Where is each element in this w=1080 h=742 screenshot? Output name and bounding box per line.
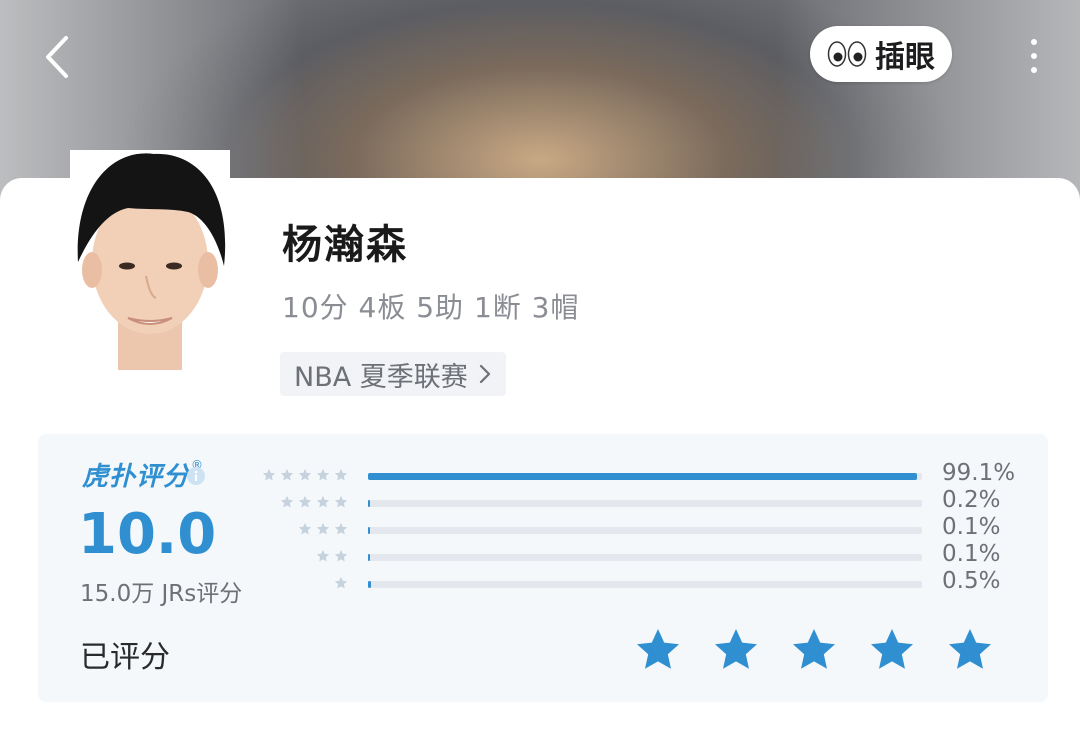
distribution-percent: 0.2% <box>942 487 1001 513</box>
distribution-star-icons <box>316 549 348 565</box>
distribution-bar-track <box>368 554 922 561</box>
rating-star-icon[interactable] <box>790 626 838 674</box>
small-star-icon <box>316 522 330 535</box>
distribution-star-icons <box>334 576 348 592</box>
distribution-bar-fill <box>368 500 370 507</box>
distribution-star-icons <box>280 495 348 511</box>
small-star-icon <box>280 468 294 481</box>
distribution-percent: 0.1% <box>942 514 1001 540</box>
distribution-percent: 99.1% <box>942 460 1016 486</box>
distribution-row-1-star: 0.5% <box>258 568 1038 596</box>
player-name: 杨瀚森 <box>282 222 408 268</box>
distribution-bar-track <box>368 527 922 534</box>
distribution-percent: 0.5% <box>942 568 1001 594</box>
small-star-icon <box>334 522 348 535</box>
distribution-row-4-star: 0.2% <box>258 487 1038 515</box>
rating-star-icon[interactable] <box>946 626 994 674</box>
distribution-percent: 0.1% <box>942 541 1001 567</box>
back-button[interactable] <box>40 32 80 82</box>
distribution-bar-track <box>368 500 922 507</box>
small-star-icon <box>298 522 312 535</box>
more-vertical-icon <box>1031 39 1037 73</box>
distribution-bar-track <box>368 473 922 480</box>
small-star-icon <box>316 468 330 481</box>
hupu-rating-logo: 虎扑评分 ® <box>82 456 203 493</box>
small-star-icon <box>334 495 348 508</box>
distribution-star-icons <box>262 468 348 484</box>
distribution-row-3-star: 0.1% <box>258 514 1038 542</box>
rating-panel: 虎扑评分 ® 10.0 15.0万 JRs评分 99.1% 0.2% 0.1% 0.1… <box>38 434 1048 702</box>
player-avatar[interactable] <box>70 150 230 370</box>
rating-star-icon[interactable] <box>712 626 760 674</box>
small-star-icon <box>334 468 348 481</box>
distribution-row-5-star: 99.1% <box>258 460 1038 488</box>
chevron-right-icon <box>479 364 490 384</box>
player-stat-line: 10分 4板 5助 1断 3帽 <box>282 291 580 324</box>
small-star-icon <box>262 468 276 481</box>
small-star-icon <box>334 576 348 589</box>
hupu-rating-brand: 虎扑评分 <box>82 462 191 492</box>
small-star-icon <box>316 549 330 562</box>
distribution-bar-fill <box>368 473 917 480</box>
distribution-row-2-star: 0.1% <box>258 541 1038 569</box>
rating-score: 10.0 <box>78 502 217 567</box>
distribution-star-icons <box>298 522 348 538</box>
small-star-icon <box>280 495 294 508</box>
rating-star-icon[interactable] <box>868 626 916 674</box>
more-options-button[interactable] <box>1022 36 1046 76</box>
distribution-bar-fill <box>368 527 370 534</box>
eyes-icon <box>827 41 867 67</box>
info-icon[interactable] <box>186 466 206 486</box>
distribution-bar-fill <box>368 554 370 561</box>
distribution-bar-track <box>368 581 922 588</box>
small-star-icon <box>316 495 330 508</box>
league-link[interactable]: NBA 夏季联赛 <box>280 352 506 396</box>
rating-star-icon[interactable] <box>634 626 682 674</box>
small-star-icon <box>298 495 312 508</box>
small-star-icon <box>334 549 348 562</box>
user-rating-stars[interactable] <box>634 626 994 674</box>
user-rating-status: 已评分 <box>80 640 170 675</box>
league-label: NBA 夏季联赛 <box>294 361 468 393</box>
rating-count: 15.0万 JRs评分 <box>80 581 243 607</box>
peek-button[interactable]: 插眼 <box>810 26 952 82</box>
peek-button-label: 插眼 <box>875 40 935 75</box>
distribution-bar-fill <box>368 581 371 588</box>
small-star-icon <box>298 468 312 481</box>
chevron-left-icon <box>46 36 68 78</box>
